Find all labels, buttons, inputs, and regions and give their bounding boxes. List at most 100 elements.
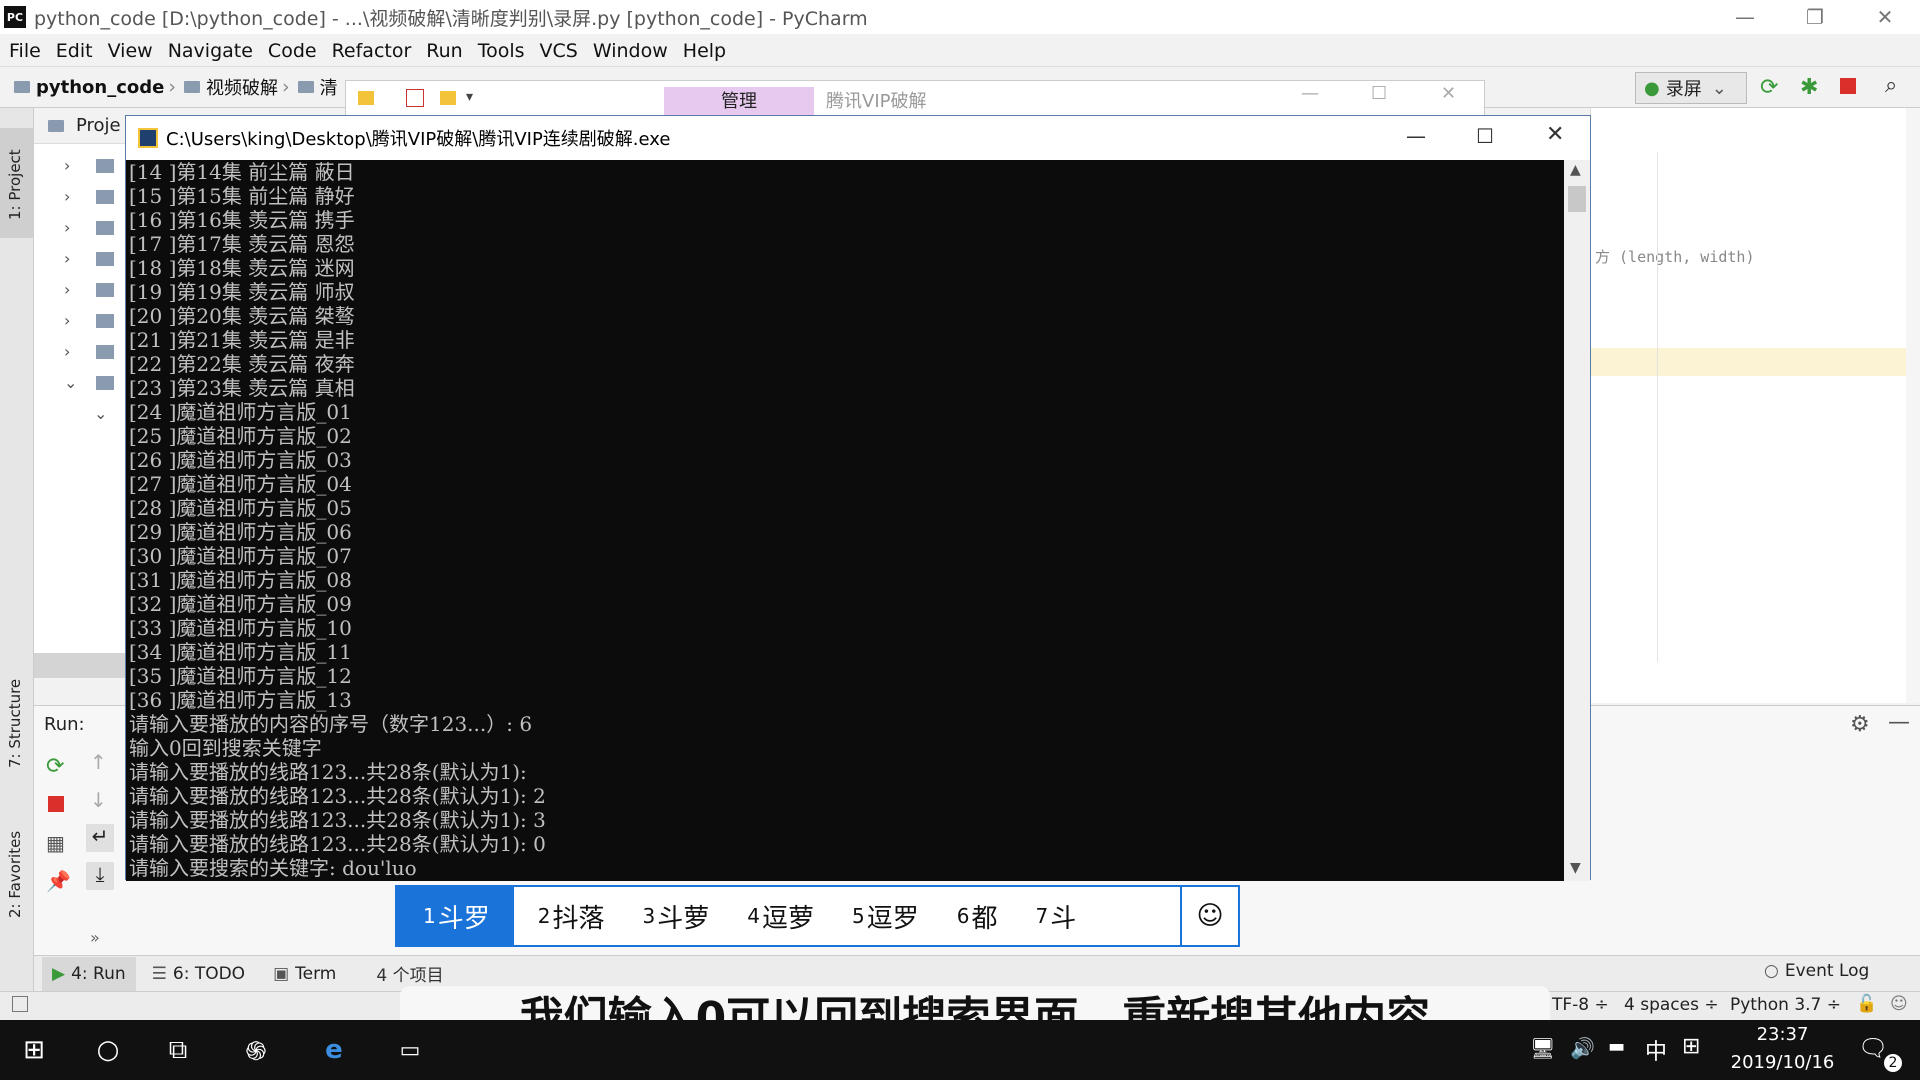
scroll-to-end-icon[interactable]: ⤓ [86,862,114,890]
windows-start-icon[interactable]: ⊞ [4,1020,64,1080]
ime-language-indicator[interactable]: 中 [1645,1034,1667,1066]
scroll-up-icon[interactable]: ▲ [1570,162,1581,178]
restore-icon[interactable]: ☐ [1371,83,1387,104]
maximize-icon[interactable]: ☐ [1476,124,1494,148]
menu-edit[interactable]: Edit [56,40,93,62]
stop-icon[interactable] [1840,78,1856,94]
project-tool-tab[interactable]: 1: Project [6,149,24,220]
emoji-icon[interactable]: ☺ [1180,887,1238,945]
arrow-down-icon[interactable]: ↓ [90,788,107,812]
clock-date[interactable]: 2019/10/16 [1725,1052,1840,1073]
lock-icon[interactable]: 🔓 [1856,994,1877,1014]
chevron-right-icon[interactable]: › [64,311,70,330]
ime-mode-icon[interactable]: ⊞ [1682,1034,1700,1059]
volume-icon[interactable]: 🔊 [1570,1036,1595,1060]
rerun-icon[interactable]: ⟳ [1760,75,1778,100]
python-interpreter[interactable]: Python 3.7 ÷ [1730,995,1841,1015]
search-icon[interactable]: ⌕ [1885,73,1897,98]
todo-tool-tab[interactable]: ☰ 6: TODO [152,964,245,984]
scroll-thumb[interactable] [1568,186,1586,212]
console-scrollbar[interactable]: ▲ ▼ [1564,160,1590,881]
debug-bug-icon[interactable]: ✱ [1800,75,1818,100]
rerun-icon[interactable]: ⟳ [46,754,64,779]
console-output[interactable]: [14 ]第14集 前尘篇 蔽日 [15 ]第15集 前尘篇 静好 [16 ]第16… [126,160,1566,881]
ime-candidate[interactable]: 6都 [933,887,1012,945]
editor-scrollbar[interactable] [1906,108,1920,703]
ime-candidate[interactable]: 2 抖落 [514,887,619,945]
project-panel-scrollbar[interactable] [34,653,138,678]
hide-panel-icon[interactable]: — [1888,710,1910,735]
close-icon[interactable]: ✕ [1546,122,1564,147]
notification-icon[interactable]: 🗨 [1858,1034,1888,1062]
menu-refactor[interactable]: Refactor [332,40,412,62]
network-icon[interactable]: 🖥 [1530,1036,1555,1060]
structure-tool-tab[interactable]: 7: Structure [6,679,24,768]
menu-code[interactable]: Code [268,40,317,62]
ime-candidate[interactable]: 3 斗萝 [619,887,724,945]
checkbox-icon[interactable] [406,89,424,107]
chevron-right-icon[interactable]: › [64,156,70,175]
close-icon[interactable]: ✕ [1850,0,1920,34]
code-parameter-hint: 方 (length, width) [1595,248,1755,266]
hector-icon[interactable]: ☺ [1890,994,1908,1014]
menu-window[interactable]: Window [593,40,668,62]
terminal-tool-tab[interactable]: ▣ Term [273,964,336,984]
menu-file[interactable]: File [9,40,41,62]
restore-icon[interactable]: ❐ [1780,0,1850,34]
menu-navigate[interactable]: Navigate [168,40,253,62]
notification-badge: 2 [1884,1054,1902,1072]
arrow-up-icon[interactable]: ↑ [90,750,107,774]
cortana-search-icon[interactable]: ○ [78,1020,138,1080]
ime-candidate[interactable]: 1 斗罗 [397,887,514,945]
menu-run[interactable]: Run [426,40,462,62]
file-encoding[interactable]: TF-8 ÷ [1552,995,1609,1015]
menu-vcs[interactable]: VCS [540,40,578,62]
soft-wrap-icon[interactable]: ↵ [86,824,114,852]
edge-browser-icon[interactable]: e [304,1020,364,1080]
favorites-tool-tab[interactable]: 2: Favorites [6,831,24,918]
ime-candidate[interactable]: 4 逗萝 [723,887,828,945]
run-config-dropdown[interactable]: ● 录屏 ⌄ [1635,72,1747,104]
stop-icon[interactable] [48,796,64,812]
app-swirl-icon[interactable]: ֍ [226,1020,286,1080]
chevron-right-icon[interactable]: › [64,342,70,361]
chevron-down-icon[interactable]: ⌄ [94,404,107,423]
chevron-down-icon[interactable]: ⌄ [64,373,77,392]
console-titlebar[interactable]: C:\Users\king\Desktop\腾讯VIP破解\腾讯VIP连续剧破解… [126,116,1590,160]
minimize-icon[interactable]: — [1301,83,1319,104]
tab-manage[interactable]: 管理 [664,87,814,117]
console-window[interactable]: C:\Users\king\Desktop\腾讯VIP破解\腾讯VIP连续剧破解… [125,115,1591,881]
project-tab-bg[interactable]: 1: Project [0,128,34,238]
run-tool-tab[interactable]: ▶ 4: Run [42,956,136,991]
chevron-down-icon[interactable]: ▾ [466,89,473,105]
breadcrumb-subfolder[interactable]: 清 [320,74,338,100]
file-explorer-icon[interactable]: ▭ [380,1020,440,1080]
task-view-icon[interactable]: ⧉ [148,1020,208,1080]
chevron-right-icon[interactable]: › [64,249,70,268]
layout-icon[interactable]: ▦ [46,831,65,855]
close-icon[interactable]: ✕ [1441,83,1456,104]
ime-candidate[interactable]: 5 逗罗 [828,887,933,945]
chevron-right-icon[interactable]: › [64,187,70,206]
ime-candidate[interactable]: 7斗 [1012,887,1091,945]
gear-icon[interactable]: ⚙ [1850,712,1870,737]
chevron-right-icon[interactable]: › [64,280,70,299]
pin-icon[interactable]: 📌 [46,869,71,893]
menu-help[interactable]: Help [683,40,726,62]
editor-area[interactable]: 方 (length, width) [1590,108,1920,703]
clock-time[interactable]: 23:37 [1730,1024,1835,1045]
indent-setting[interactable]: 4 spaces ÷ [1624,995,1719,1015]
minimize-icon[interactable]: — [1710,0,1780,34]
breadcrumb-folder[interactable]: 视频破解 [206,74,278,100]
console-line: 请输入要播放的线路123...共28条(默认为1): 3 [129,808,546,832]
menu-tools[interactable]: Tools [478,40,525,62]
toggle-tool-windows-icon[interactable] [12,996,28,1012]
battery-icon[interactable]: ▬ [1608,1036,1625,1057]
scroll-down-icon[interactable]: ▼ [1570,860,1581,876]
event-log-tab[interactable]: ○ Event Log [1764,961,1869,981]
minimize-icon[interactable]: — [1406,124,1426,148]
menu-view[interactable]: View [108,40,153,62]
breadcrumb-project[interactable]: python_code [36,77,164,98]
more-icon[interactable]: » [90,928,100,947]
chevron-right-icon[interactable]: › [64,218,70,237]
